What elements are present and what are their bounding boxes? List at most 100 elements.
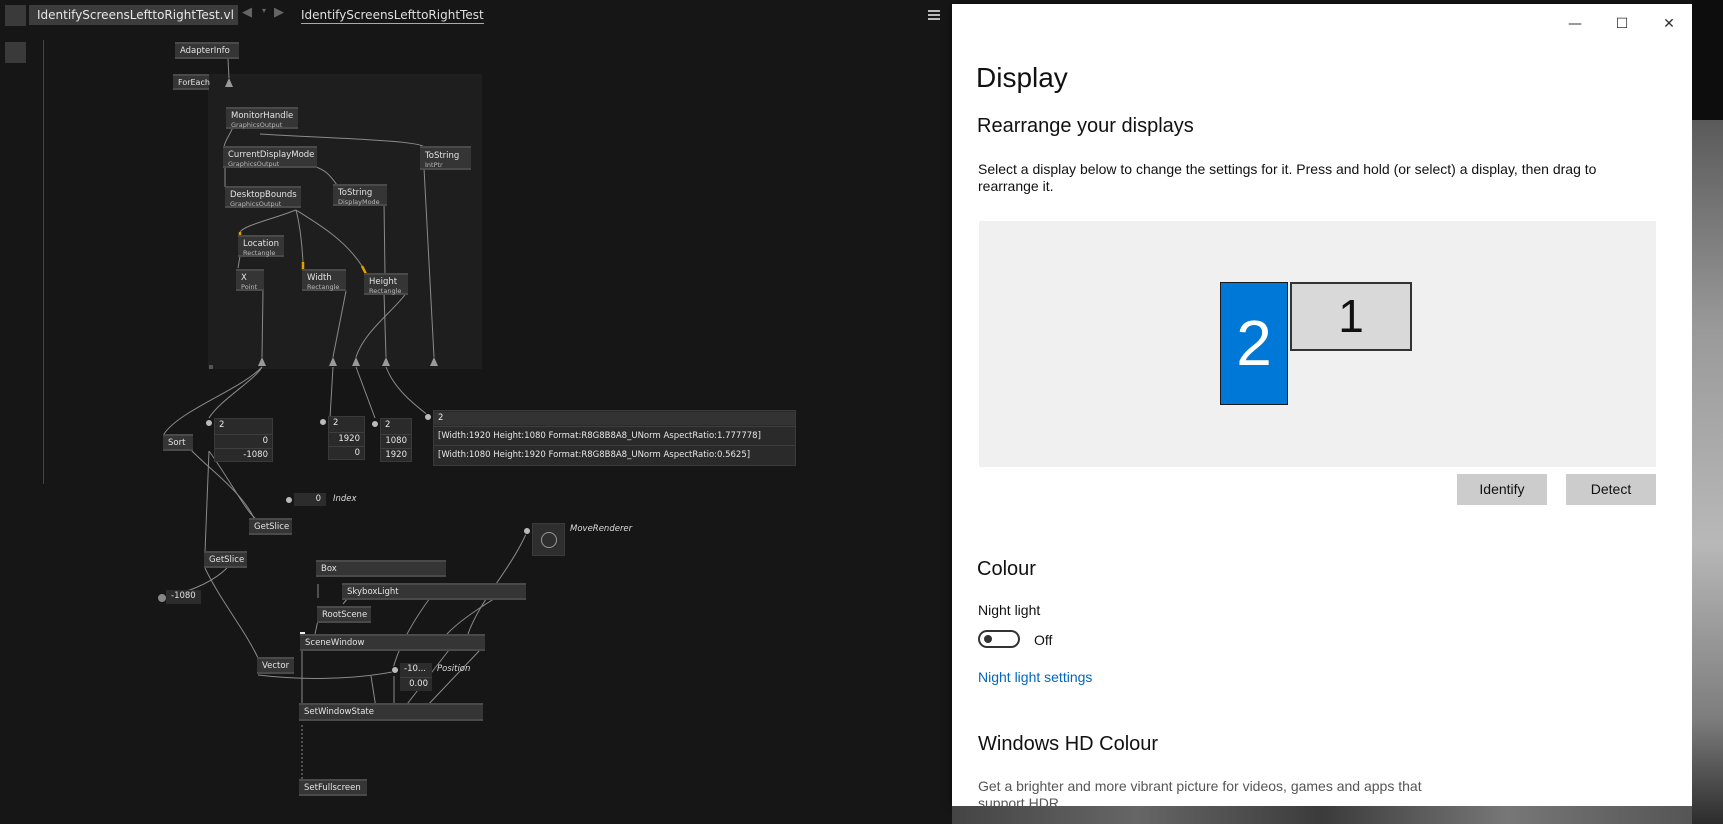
- node-label: Box: [321, 564, 337, 574]
- spread-count: 2: [219, 420, 225, 430]
- monitorhandle-node[interactable]: MonitorHandle GraphicsOutput: [226, 107, 298, 129]
- width-node[interactable]: Width Rectangle: [302, 269, 346, 291]
- node-sublabel: Point: [241, 283, 258, 291]
- desktopbounds-node[interactable]: DesktopBounds GraphicsOutput: [225, 186, 301, 208]
- pin[interactable]: [205, 419, 213, 427]
- night-light-toggle[interactable]: [978, 630, 1020, 648]
- node-sublabel: IntPtr: [425, 161, 443, 169]
- display-arrange-area[interactable]: 2 1: [979, 221, 1656, 467]
- spread-count: 2: [385, 420, 391, 430]
- display-modes-spread[interactable]: 2 [Width:1920 Height:1080 Format:R8G8B8A…: [433, 410, 796, 466]
- spread-count: 2: [434, 412, 795, 425]
- pin[interactable]: [523, 527, 531, 535]
- x-node[interactable]: X Point: [236, 269, 264, 291]
- box-node[interactable]: Box: [316, 560, 446, 577]
- node-sublabel: GraphicsOutput: [231, 121, 283, 129]
- spread-cell[interactable]: 0: [215, 434, 272, 447]
- scenewindow-node[interactable]: SceneWindow: [300, 634, 485, 651]
- adapterinfo-node[interactable]: AdapterInfo: [175, 42, 239, 59]
- getslice-node[interactable]: GetSlice: [204, 551, 247, 568]
- move-renderer-label: MoveRenderer: [570, 524, 633, 534]
- night-light-settings-link[interactable]: Night light settings: [978, 669, 1092, 685]
- hdr-description: Get a brighter and more vibrant picture …: [978, 778, 1422, 806]
- pin[interactable]: [319, 418, 327, 426]
- node-sublabel: GraphicsOutput: [228, 160, 280, 168]
- height-node[interactable]: Height Rectangle: [364, 273, 408, 295]
- position-label: Position: [437, 664, 471, 674]
- settings-window: — ☐ ✕ Display Rearrange your displays Se…: [952, 4, 1692, 806]
- region-corner: [209, 365, 213, 369]
- maximize-icon[interactable]: ☐: [1599, 8, 1645, 40]
- pin[interactable]: [285, 496, 293, 504]
- spread-cell[interactable]: [Width:1080 Height:1920 Format:R8G8B8A8_…: [434, 445, 795, 464]
- node-label: Location: [243, 239, 279, 249]
- position-iobox[interactable]: -10... 0.00: [400, 663, 432, 691]
- node-label: Height: [369, 277, 398, 287]
- pin[interactable]: [371, 420, 379, 428]
- node-label: MonitorHandle: [231, 111, 294, 121]
- hdr-heading: Windows HD Colour: [978, 733, 1159, 755]
- monitor-2-tile[interactable]: 2: [1220, 282, 1288, 405]
- neg-iobox[interactable]: -1080: [166, 590, 201, 604]
- minimize-icon[interactable]: —: [1552, 8, 1598, 40]
- night-light-label: Night light: [978, 602, 1041, 618]
- node-sublabel: DisplayMode: [338, 198, 380, 206]
- rootscene-node[interactable]: RootScene: [317, 606, 371, 623]
- getslice-node[interactable]: GetSlice: [249, 518, 292, 535]
- x-spread[interactable]: 2 0 -1080: [214, 418, 273, 462]
- pin[interactable]: [391, 666, 399, 674]
- setwindowstate-node[interactable]: SetWindowState: [299, 703, 483, 721]
- width-spread[interactable]: 2 1920 0: [328, 416, 365, 460]
- colour-heading: Colour: [977, 558, 1036, 580]
- tostring-intptr-node[interactable]: ToString IntPtr: [420, 146, 471, 170]
- rearrange-heading: Rearrange your displays: [977, 115, 1194, 137]
- node-sublabel: Rectangle: [307, 283, 340, 291]
- spread-cell[interactable]: 0: [329, 446, 364, 459]
- node-label: CurrentDisplayMode: [228, 150, 315, 160]
- node-label: X: [241, 273, 247, 283]
- pin[interactable]: [424, 413, 432, 421]
- monitor-1-tile[interactable]: 1: [1290, 282, 1412, 351]
- node-label: SkyboxLight: [347, 587, 399, 597]
- spread-cell[interactable]: 1080: [381, 434, 411, 447]
- position-y[interactable]: 0.00: [400, 677, 432, 690]
- detect-button[interactable]: Detect: [1566, 474, 1656, 505]
- identify-button[interactable]: Identify: [1457, 474, 1547, 505]
- node-label: SetWindowState: [304, 707, 374, 717]
- rearrange-instructions: Select a display below to change the set…: [978, 161, 1597, 194]
- node-label: Vector: [262, 661, 290, 671]
- vector-node[interactable]: Vector: [257, 657, 294, 674]
- vvvv-editor: IdentifyScreensLefttoRightTest.vl ◀ ▾ ▶ …: [0, 0, 952, 824]
- toggle-knob: [984, 635, 992, 643]
- node-label: ForEach: [178, 78, 210, 87]
- wallpaper-image: [1692, 120, 1723, 824]
- spread-cell[interactable]: 1920: [329, 432, 364, 445]
- night-light-state: Off: [1034, 632, 1053, 648]
- move-renderer-bang[interactable]: [532, 523, 565, 556]
- tostring-displaymode-node[interactable]: ToString DisplayMode: [333, 184, 387, 206]
- setfullscreen-node[interactable]: SetFullscreen: [299, 779, 367, 796]
- node-label: DesktopBounds: [230, 190, 297, 200]
- spread-count: 2: [333, 418, 339, 428]
- index-iobox[interactable]: 0: [294, 493, 326, 506]
- currentdisplaymode-node[interactable]: CurrentDisplayMode GraphicsOutput: [223, 146, 317, 168]
- spread-cell[interactable]: 1920: [381, 448, 411, 461]
- node-label: ToString: [338, 188, 373, 198]
- node-sublabel: GraphicsOutput: [230, 200, 282, 208]
- close-icon[interactable]: ✕: [1646, 8, 1692, 40]
- node-label: ToString: [425, 151, 460, 161]
- position-x[interactable]: -10...: [400, 663, 432, 676]
- sort-node[interactable]: Sort: [163, 434, 193, 451]
- node-label: Sort: [168, 438, 186, 448]
- height-spread[interactable]: 2 1080 1920: [380, 418, 412, 462]
- index-label: Index: [333, 494, 357, 504]
- node-label: Width: [307, 273, 332, 283]
- node-label: GetSlice: [209, 555, 245, 565]
- desktop-wallpaper-edge: [1692, 0, 1723, 824]
- spread-cell[interactable]: [Width:1920 Height:1080 Format:R8G8B8A8_…: [434, 426, 795, 444]
- spread-cell[interactable]: -1080: [215, 448, 272, 461]
- skyboxlight-node[interactable]: SkyboxLight: [342, 583, 526, 600]
- node-label: SetFullscreen: [304, 783, 361, 793]
- foreach-node[interactable]: ForEach: [173, 74, 210, 90]
- location-node[interactable]: Location Rectangle: [238, 235, 284, 257]
